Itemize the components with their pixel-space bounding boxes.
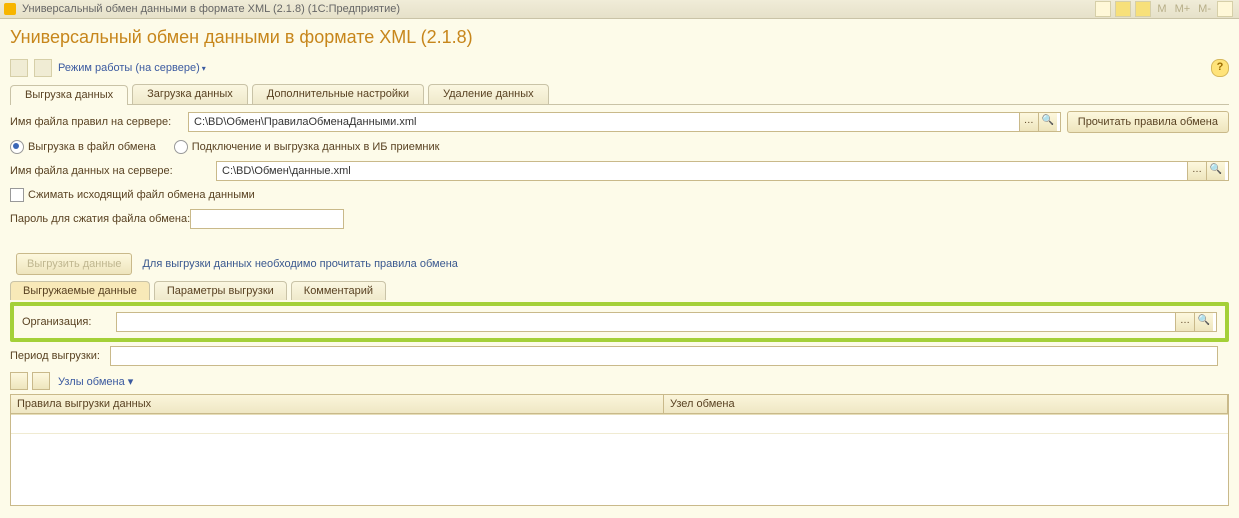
grid-header: Правила выгрузки данных Узел обмена	[11, 395, 1228, 414]
chevron-down-icon: ▾	[128, 376, 134, 388]
tool-icon-1[interactable]	[10, 59, 28, 77]
rules-file-input[interactable]	[192, 115, 1019, 129]
subtab-params[interactable]: Параметры выгрузки	[154, 281, 287, 300]
export-button[interactable]: Выгрузить данные	[16, 253, 132, 275]
window-titlebar: Универсальный обмен данными в формате XM…	[0, 0, 1239, 19]
password-input[interactable]	[194, 212, 340, 226]
table-row	[11, 415, 1228, 434]
compress-checkbox[interactable]	[10, 188, 24, 202]
chevron-down-icon: ▾	[202, 64, 206, 73]
period-label: Период выгрузки:	[10, 350, 110, 362]
window-title: Универсальный обмен данными в формате XM…	[22, 3, 400, 15]
grid-tool-icon-1[interactable]	[10, 372, 28, 390]
help-icon[interactable]: ?	[1211, 59, 1229, 77]
rules-grid: Правила выгрузки данных Узел обмена	[10, 394, 1229, 506]
main-tabs: Выгрузка данных Загрузка данных Дополнит…	[10, 84, 1229, 105]
toolbar-icon-2[interactable]	[1115, 1, 1131, 17]
page-title: Универсальный обмен данными в формате XM…	[10, 27, 1229, 48]
data-file-input[interactable]	[220, 164, 1187, 178]
rules-file-label: Имя файла правил на сервере:	[10, 116, 188, 128]
rules-file-field[interactable]: … 🔍	[188, 112, 1061, 132]
tool-icon-2[interactable]	[34, 59, 52, 77]
radio-export-ib[interactable]	[174, 140, 188, 154]
read-rules-button[interactable]: Прочитать правила обмена	[1067, 111, 1229, 133]
data-file-field[interactable]: … 🔍	[216, 161, 1229, 181]
data-file-label: Имя файла данных на сервере:	[10, 165, 188, 177]
toolbar-icon-1[interactable]	[1095, 1, 1111, 17]
exchange-nodes-dropdown[interactable]: Узлы обмена ▾	[58, 375, 133, 388]
work-mode-dropdown[interactable]: Режим работы (на сервере)▾	[58, 62, 206, 74]
data-file-browse-button[interactable]: …	[1187, 162, 1206, 180]
organization-search-button[interactable]: 🔍	[1194, 313, 1213, 331]
password-label: Пароль для сжатия файла обмена:	[10, 213, 190, 225]
data-file-search-button[interactable]: 🔍	[1206, 162, 1225, 180]
subtab-exported-data[interactable]: Выгружаемые данные	[10, 281, 150, 300]
grid-body[interactable]	[11, 414, 1228, 505]
radio-export-file[interactable]	[10, 140, 24, 154]
tab-import[interactable]: Загрузка данных	[132, 84, 248, 104]
rules-file-search-button[interactable]: 🔍	[1038, 113, 1057, 131]
radio-export-file-label: Выгрузка в файл обмена	[28, 141, 156, 153]
organization-label: Организация:	[22, 316, 116, 328]
work-mode-label: Режим работы (на сервере)	[58, 62, 200, 74]
tab-settings[interactable]: Дополнительные настройки	[252, 84, 424, 104]
organization-highlight-frame: Организация: … 🔍	[10, 302, 1229, 342]
grid-col-node[interactable]: Узел обмена	[664, 395, 1228, 413]
organization-field[interactable]: … 🔍	[116, 312, 1217, 332]
compress-label: Сжимать исходящий файл обмена данными	[28, 189, 255, 201]
grid-tool-icon-2[interactable]	[32, 372, 50, 390]
memory-m[interactable]: M	[1157, 3, 1166, 15]
exchange-nodes-label: Узлы обмена	[58, 376, 125, 388]
tab-export[interactable]: Выгрузка данных	[10, 85, 128, 105]
memory-mplus[interactable]: M+	[1175, 3, 1191, 15]
subtab-comment[interactable]: Комментарий	[291, 281, 386, 300]
period-input[interactable]	[114, 349, 1214, 363]
grid-col-rules[interactable]: Правила выгрузки данных	[11, 395, 664, 413]
radio-export-ib-label: Подключение и выгрузка данных в ИБ прием…	[192, 141, 440, 153]
sub-tabs: Выгружаемые данные Параметры выгрузки Ко…	[10, 281, 1229, 300]
window-restore-icon[interactable]	[1217, 1, 1233, 17]
password-field[interactable]	[190, 209, 344, 229]
organization-browse-button[interactable]: …	[1175, 313, 1194, 331]
app-icon	[4, 3, 16, 15]
tab-delete[interactable]: Удаление данных	[428, 84, 549, 104]
toolbar-icon-3[interactable]	[1135, 1, 1151, 17]
rules-file-browse-button[interactable]: …	[1019, 113, 1038, 131]
period-field[interactable]	[110, 346, 1218, 366]
memory-mminus[interactable]: M-	[1198, 3, 1211, 15]
export-hint: Для выгрузки данных необходимо прочитать…	[142, 258, 457, 270]
organization-input[interactable]	[120, 315, 1175, 329]
